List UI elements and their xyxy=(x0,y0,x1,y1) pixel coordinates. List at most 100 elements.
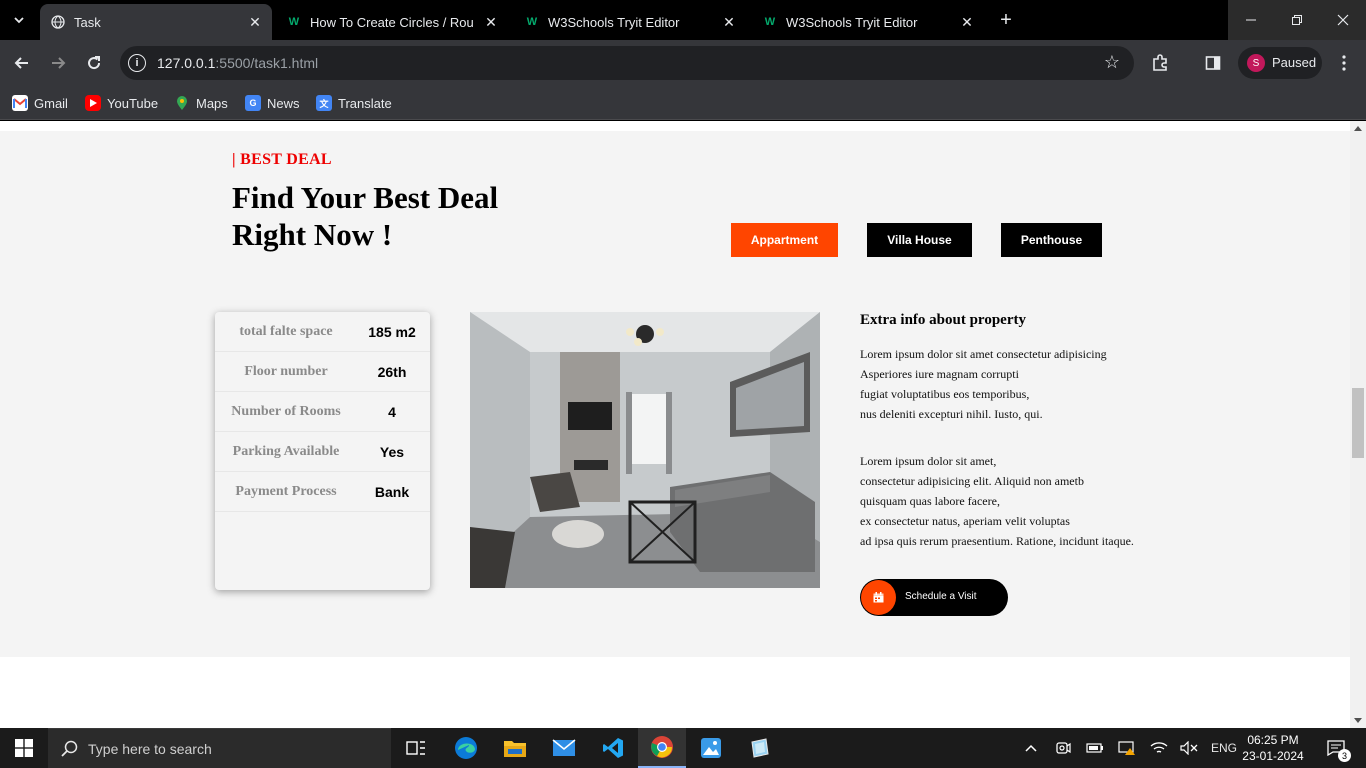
filter-penthouse-button[interactable]: Penthouse xyxy=(1001,223,1102,257)
tab-tryit-1[interactable]: W W3Schools Tryit Editor ✕ xyxy=(514,4,746,40)
spec-value: 185 m2 xyxy=(368,323,416,340)
profile-button[interactable]: S Paused xyxy=(1238,47,1322,79)
chrome-icon xyxy=(651,736,673,758)
profile-status: Paused xyxy=(1272,55,1317,70)
file-explorer-icon xyxy=(504,741,526,757)
bookmark-translate[interactable]: 文 Translate xyxy=(316,93,392,113)
meet-now-button[interactable] xyxy=(1052,728,1074,768)
edge-app[interactable] xyxy=(442,728,490,768)
search-icon xyxy=(61,740,78,757)
bookmark-star-icon[interactable]: ☆ xyxy=(1104,52,1120,73)
extra-info-title: Extra info about property xyxy=(860,312,1026,328)
camera-icon xyxy=(1056,742,1071,754)
filter-appartment-button[interactable]: Appartment xyxy=(731,223,838,257)
taskbar-search-box[interactable]: Type here to search xyxy=(48,728,391,768)
news-icon: G xyxy=(245,95,261,111)
maps-icon xyxy=(174,95,190,111)
side-panel-button[interactable] xyxy=(1199,49,1227,77)
bookmark-label: Maps xyxy=(196,95,228,111)
volume-muted-icon xyxy=(1180,741,1198,755)
close-window-button[interactable] xyxy=(1320,0,1366,40)
show-hidden-icons-button[interactable] xyxy=(1020,728,1042,768)
spec-label: Payment Process xyxy=(235,483,337,499)
chrome-app[interactable] xyxy=(638,728,686,768)
photos-icon xyxy=(701,738,721,758)
back-arrow-icon xyxy=(14,57,28,69)
tab-strip: Task ✕ W How To Create Circles / Round D… xyxy=(0,0,1366,40)
spec-label: total falte space xyxy=(239,323,333,339)
menu-button[interactable] xyxy=(1330,49,1358,77)
restore-button[interactable] xyxy=(1274,0,1320,40)
clock-time: 06:25 PM xyxy=(1247,733,1299,747)
volume-button[interactable] xyxy=(1178,728,1200,768)
extensions-button[interactable] xyxy=(1146,49,1174,77)
page-scrollbar[interactable] xyxy=(1350,121,1366,728)
vscode-app[interactable] xyxy=(589,728,637,768)
bookmark-maps[interactable]: Maps xyxy=(174,93,228,113)
puzzle-icon xyxy=(1153,54,1167,71)
close-tab-icon[interactable]: ✕ xyxy=(246,13,264,31)
forward-button[interactable] xyxy=(44,49,72,77)
tab-title: How To Create Circles / Round D xyxy=(310,14,474,30)
bookmark-youtube[interactable]: YouTube xyxy=(85,93,158,113)
windows-logo-icon xyxy=(15,739,33,757)
close-tab-icon[interactable]: ✕ xyxy=(720,13,738,31)
site-info-icon[interactable]: i xyxy=(128,54,146,72)
best-deal-section: | BEST DEAL Find Your Best Deal Right No… xyxy=(0,131,1350,657)
battery-button[interactable] xyxy=(1084,728,1106,768)
tab-circles[interactable]: W How To Create Circles / Round D ✕ xyxy=(276,4,508,40)
spec-value: Bank xyxy=(374,483,410,500)
bookmarks-bar: Gmail YouTube Maps G News 文 Translate xyxy=(0,86,1366,120)
mail-icon xyxy=(552,739,576,756)
notification-count-badge: 3 xyxy=(1338,749,1351,762)
new-tab-button[interactable]: + xyxy=(994,8,1018,32)
side-panel-icon xyxy=(1205,56,1221,70)
minimize-button[interactable] xyxy=(1228,0,1274,40)
start-button[interactable] xyxy=(0,728,48,768)
filter-villa-house-button[interactable]: Villa House xyxy=(867,223,972,257)
task-view-button[interactable] xyxy=(392,728,440,768)
app-icon xyxy=(751,738,769,758)
tab-tryit-2[interactable]: W W3Schools Tryit Editor ✕ xyxy=(752,4,984,40)
tab-title: Task xyxy=(74,14,101,30)
globe-icon xyxy=(50,14,66,30)
bookmark-gmail[interactable]: Gmail xyxy=(12,93,68,113)
scroll-thumb[interactable] xyxy=(1352,388,1364,458)
scroll-down-arrow-icon[interactable] xyxy=(1354,718,1362,723)
bookmark-news[interactable]: G News xyxy=(245,93,300,113)
schedule-visit-button[interactable]: Schedule a Visit xyxy=(860,579,1008,616)
browser-toolbar: i 127.0.0.1:5500/task1.html ☆ S Paused xyxy=(0,40,1366,86)
youtube-icon xyxy=(85,95,101,111)
address-bar[interactable]: i 127.0.0.1:5500/task1.html ☆ xyxy=(120,46,1134,80)
close-tab-icon[interactable]: ✕ xyxy=(958,13,976,31)
taskbar-clock[interactable]: 06:25 PM 23-01-2024 xyxy=(1240,732,1306,764)
scroll-up-arrow-icon[interactable] xyxy=(1354,126,1362,131)
page-title: Find Your Best Deal Right Now ! xyxy=(232,180,499,252)
network-button[interactable] xyxy=(1148,728,1170,768)
tab-title: W3Schools Tryit Editor xyxy=(786,14,918,30)
url-text[interactable]: 127.0.0.1:5500/task1.html xyxy=(157,55,318,71)
spec-label: Floor number xyxy=(244,363,328,379)
spec-value: Yes xyxy=(379,443,405,460)
mail-app[interactable] xyxy=(540,728,588,768)
calendar-icon xyxy=(861,580,896,615)
task-view-icon xyxy=(406,741,425,755)
file-explorer-app[interactable] xyxy=(491,728,539,768)
tab-search-button[interactable] xyxy=(6,7,32,33)
spec-row: Number of Rooms 4 xyxy=(215,392,430,432)
notifications-button[interactable]: 3 xyxy=(1318,728,1354,768)
reload-button[interactable] xyxy=(80,49,108,77)
tab-task[interactable]: Task ✕ xyxy=(40,4,272,40)
spec-value: 26th xyxy=(377,363,407,380)
w3schools-icon: W xyxy=(288,16,300,28)
w3schools-icon: W xyxy=(764,16,776,28)
avatar: S xyxy=(1247,54,1265,72)
system-alert-button[interactable] xyxy=(1116,728,1138,768)
pinned-app[interactable] xyxy=(736,728,784,768)
close-tab-icon[interactable]: ✕ xyxy=(482,13,500,31)
spec-label: Number of Rooms xyxy=(231,403,341,419)
forward-arrow-icon xyxy=(52,57,66,69)
photos-app[interactable] xyxy=(687,728,735,768)
language-indicator[interactable]: ENG xyxy=(1206,728,1242,768)
back-button[interactable] xyxy=(8,49,36,77)
